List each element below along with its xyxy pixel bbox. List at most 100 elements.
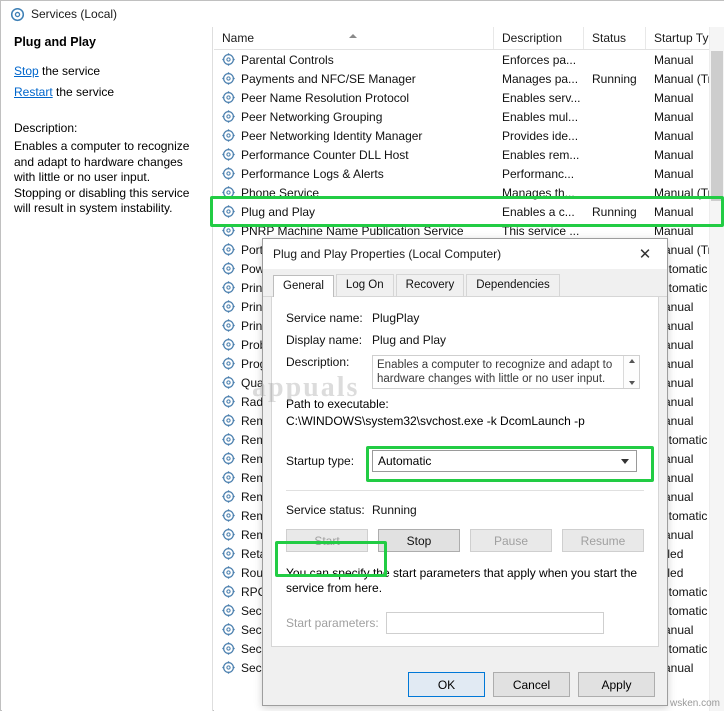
plug-and-play-properties-dialog: Plug and Play Properties (Local Computer… <box>262 238 668 706</box>
dialog-title: Plug and Play Properties (Local Computer… <box>273 247 502 261</box>
service-gear-icon <box>222 356 236 371</box>
service-gear-icon <box>222 413 236 428</box>
cell-service-name: Performance Counter DLL Host <box>214 148 494 162</box>
column-header-status[interactable]: Status <box>584 27 646 49</box>
service-gear-icon <box>222 432 236 447</box>
stop-button[interactable]: Stop <box>378 529 460 552</box>
cell-service-name: Peer Networking Grouping <box>214 110 494 124</box>
stop-service-suffix: the service <box>38 64 101 78</box>
stop-service-row: Stop the service <box>14 63 202 80</box>
cell-description: Enables a c... <box>502 204 575 219</box>
display-name-value: Plug and Play <box>372 333 447 347</box>
service-status-label: Service status: <box>286 503 365 517</box>
start-parameters-label: Start parameters: <box>286 616 379 630</box>
service-gear-icon <box>222 299 236 314</box>
table-row[interactable]: Phone Service Manages th... Manual (Trig..… <box>214 183 724 202</box>
services-list-scrollbar[interactable] <box>709 27 724 711</box>
services-left-pane: Plug and Play Stop the service Restart t… <box>2 27 213 711</box>
service-name-text: Qua <box>241 375 264 390</box>
service-status-row: Service status: Running <box>286 503 644 517</box>
chevron-down-icon[interactable] <box>621 459 629 464</box>
service-name-text: Performance Logs & Alerts <box>241 166 384 181</box>
cell-service-name: Parental Controls <box>214 53 494 67</box>
service-gear-icon <box>222 565 236 580</box>
sort-ascending-icon <box>349 34 357 38</box>
service-gear-icon <box>222 318 236 333</box>
service-gear-icon <box>222 546 236 561</box>
cell-description: Enforces pa... <box>502 52 577 67</box>
cell-service-name: Payments and NFC/SE Manager <box>214 72 494 86</box>
tab-recovery[interactable]: Recovery <box>395 274 465 296</box>
service-gear-icon <box>222 242 236 257</box>
cell-status: Running <box>592 204 637 219</box>
table-row[interactable]: Performance Logs & Alerts Performanc... Ma… <box>214 164 724 183</box>
service-name-text: Pow <box>241 261 265 276</box>
service-gear-icon <box>222 622 236 637</box>
cancel-button[interactable]: Cancel <box>493 672 570 697</box>
service-name-label: Service name: <box>286 311 363 325</box>
service-name-value: PlugPlay <box>372 311 420 325</box>
table-row[interactable]: Plug and Play Enables a c... Running Manual <box>214 202 724 221</box>
service-gear-icon <box>222 603 236 618</box>
description-row: Description: Enables a computer to recog… <box>286 355 644 389</box>
path-to-executable-value: C:\WINDOWS\system32\svchost.exe -k DcomL… <box>286 414 585 428</box>
start-button[interactable]: Start <box>286 529 368 552</box>
table-row[interactable]: Peer Name Resolution Protocol Enables ser… <box>214 88 724 107</box>
service-gear-icon <box>222 394 236 409</box>
chevron-down-icon[interactable] <box>628 381 635 385</box>
restart-service-link[interactable]: Restart <box>14 85 53 99</box>
table-row[interactable]: Performance Counter DLL Host Enables rem.… <box>214 145 724 164</box>
service-gear-icon <box>222 128 236 143</box>
dialog-footer: OK Cancel Apply <box>263 672 667 697</box>
table-row[interactable]: Parental Controls Enforces pa... Manual <box>214 50 724 69</box>
services-list-header: Name Description Status Startup Type <box>214 27 724 50</box>
service-name-text: PNRP Machine Name Publication Service <box>241 223 464 238</box>
start-parameters-input[interactable] <box>386 612 604 634</box>
service-name-text: Payments and NFC/SE Manager <box>241 71 416 86</box>
stop-service-link[interactable]: Stop <box>14 64 39 78</box>
service-gear-icon <box>222 641 236 656</box>
ok-button[interactable]: OK <box>408 672 485 697</box>
service-name-text: Port <box>241 242 264 257</box>
resume-button[interactable]: Resume <box>562 529 644 552</box>
left-pane-description-label: Description: <box>14 121 78 135</box>
cell-service-name: PNRP Machine Name Publication Service <box>214 224 494 238</box>
service-gear-icon <box>222 223 236 238</box>
table-row[interactable]: Payments and NFC/SE Manager Manages pa...… <box>214 69 724 88</box>
dialog-general-panel: Service name: PlugPlay Display name: Plu… <box>271 297 659 647</box>
apply-button[interactable]: Apply <box>578 672 655 697</box>
service-gear-icon <box>222 470 236 485</box>
description-textbox[interactable]: Enables a computer to recognize and adap… <box>372 355 640 389</box>
tab-dependencies[interactable]: Dependencies <box>466 274 560 296</box>
startup-type-row: Startup type: Automatic <box>286 450 644 472</box>
tab-log-on[interactable]: Log On <box>335 274 394 296</box>
description-label: Description: <box>286 355 350 369</box>
divider <box>286 490 644 491</box>
cell-description: Enables mul... <box>502 109 579 124</box>
column-header-description[interactable]: Description <box>494 27 584 49</box>
service-status-value: Running <box>372 503 417 517</box>
start-parameters-row: Start parameters: <box>286 612 644 634</box>
screen-root: Services (Local) Plug and Play Stop the … <box>0 0 724 711</box>
scrollbar-thumb[interactable] <box>711 51 723 201</box>
tab-general[interactable]: General <box>273 275 334 297</box>
service-gear-icon <box>222 147 236 162</box>
pause-button[interactable]: Pause <box>470 529 552 552</box>
chevron-up-icon[interactable] <box>628 359 635 363</box>
cell-service-name: Peer Name Resolution Protocol <box>214 91 494 105</box>
cell-description: Performanc... <box>502 166 575 181</box>
column-header-name[interactable]: Name <box>214 27 494 49</box>
services-gear-icon <box>9 6 25 22</box>
services-titlebar: Services (Local) <box>1 1 724 27</box>
service-gear-icon <box>222 584 236 599</box>
table-row[interactable]: Peer Networking Identity Manager Provides… <box>214 126 724 145</box>
service-gear-icon <box>222 337 236 352</box>
service-gear-icon <box>222 527 236 542</box>
service-name-text: Peer Name Resolution Protocol <box>241 90 410 105</box>
description-scroll-spinner[interactable] <box>623 356 639 388</box>
close-icon[interactable]: ✕ <box>623 240 667 269</box>
service-control-buttons: Start Stop Pause Resume <box>286 529 644 552</box>
cell-service-name: Peer Networking Identity Manager <box>214 129 494 143</box>
table-row[interactable]: Peer Networking Grouping Enables mul... Ma… <box>214 107 724 126</box>
startup-type-select[interactable]: Automatic <box>372 450 637 472</box>
